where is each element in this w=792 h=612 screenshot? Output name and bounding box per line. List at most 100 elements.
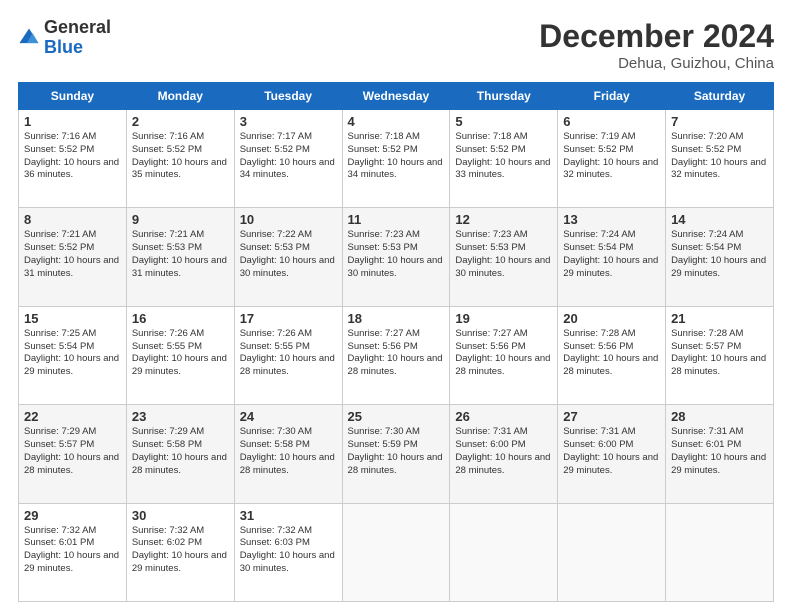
main-title: December 2024: [539, 18, 774, 55]
day-info: Sunrise: 7:22 AMSunset: 5:53 PMDaylight:…: [240, 229, 335, 278]
calendar-week-5: 29 Sunrise: 7:32 AMSunset: 6:01 PMDayligh…: [19, 503, 774, 601]
col-wednesday: Wednesday: [342, 83, 450, 110]
table-row: 26Sunrise: 7:31 AMSunset: 6:00 PMDayligh…: [450, 405, 558, 503]
day-number: 8: [24, 212, 121, 227]
table-row: 7Sunrise: 7:20 AMSunset: 5:52 PMDaylight…: [666, 110, 774, 208]
table-row: 2 Sunrise: 7:16 AMSunset: 5:52 PMDaylight…: [126, 110, 234, 208]
day-info: Sunrise: 7:23 AMSunset: 5:53 PMDaylight:…: [348, 229, 443, 278]
title-section: December 2024 Dehua, Guizhou, China: [539, 18, 774, 72]
col-monday: Monday: [126, 83, 234, 110]
table-row: 9 Sunrise: 7:21 AMSunset: 5:53 PMDaylight…: [126, 208, 234, 306]
day-number: 27: [563, 409, 660, 424]
logo: General Blue: [18, 18, 111, 58]
col-sunday: Sunday: [19, 83, 127, 110]
table-row: 29 Sunrise: 7:32 AMSunset: 6:01 PMDayligh…: [19, 503, 127, 601]
day-info: Sunrise: 7:29 AMSunset: 5:57 PMDaylight:…: [24, 426, 119, 475]
day-number: 11: [348, 212, 445, 227]
day-info: Sunrise: 7:18 AMSunset: 5:52 PMDaylight:…: [455, 131, 550, 180]
table-row: 3Sunrise: 7:17 AMSunset: 5:52 PMDaylight…: [234, 110, 342, 208]
col-thursday: Thursday: [450, 83, 558, 110]
day-number: 12: [455, 212, 552, 227]
day-number: 10: [240, 212, 337, 227]
table-row: [450, 503, 558, 601]
calendar-body: 1 Sunrise: 7:16 AMSunset: 5:52 PMDaylight…: [19, 110, 774, 602]
calendar-week-3: 15Sunrise: 7:25 AMSunset: 5:54 PMDayligh…: [19, 306, 774, 404]
day-info: Sunrise: 7:26 AMSunset: 5:55 PMDaylight:…: [240, 328, 335, 377]
day-number: 21: [671, 311, 768, 326]
table-row: 25Sunrise: 7:30 AMSunset: 5:59 PMDayligh…: [342, 405, 450, 503]
day-info: Sunrise: 7:29 AMSunset: 5:58 PMDaylight:…: [132, 426, 227, 475]
table-row: [342, 503, 450, 601]
day-info: Sunrise: 7:30 AMSunset: 5:58 PMDaylight:…: [240, 426, 335, 475]
day-number: 31: [240, 508, 337, 523]
page: General Blue December 2024 Dehua, Guizho…: [0, 0, 792, 612]
day-info: Sunrise: 7:31 AMSunset: 6:01 PMDaylight:…: [671, 426, 766, 475]
day-info: Sunrise: 7:27 AMSunset: 5:56 PMDaylight:…: [348, 328, 443, 377]
day-number: 3: [240, 114, 337, 129]
day-number: 28: [671, 409, 768, 424]
day-info: Sunrise: 7:20 AMSunset: 5:52 PMDaylight:…: [671, 131, 766, 180]
day-info: Sunrise: 7:31 AMSunset: 6:00 PMDaylight:…: [563, 426, 658, 475]
col-friday: Friday: [558, 83, 666, 110]
table-row: 20 Sunrise: 7:28 AMSunset: 5:56 PMDayligh…: [558, 306, 666, 404]
day-number: 9: [132, 212, 229, 227]
logo-text: General Blue: [44, 18, 111, 58]
day-info: Sunrise: 7:26 AMSunset: 5:55 PMDaylight:…: [132, 328, 227, 377]
day-info: Sunrise: 7:32 AMSunset: 6:03 PMDaylight:…: [240, 525, 335, 574]
day-number: 25: [348, 409, 445, 424]
day-number: 24: [240, 409, 337, 424]
day-number: 19: [455, 311, 552, 326]
table-row: 31 Sunrise: 7:32 AMSunset: 6:03 PMDayligh…: [234, 503, 342, 601]
day-info: Sunrise: 7:32 AMSunset: 6:02 PMDaylight:…: [132, 525, 227, 574]
day-number: 5: [455, 114, 552, 129]
table-row: 24 Sunrise: 7:30 AMSunset: 5:58 PMDayligh…: [234, 405, 342, 503]
day-number: 17: [240, 311, 337, 326]
table-row: [558, 503, 666, 601]
table-row: 21 Sunrise: 7:28 AMSunset: 5:57 PMDayligh…: [666, 306, 774, 404]
logo-general-text: General: [44, 18, 111, 38]
table-row: 15Sunrise: 7:25 AMSunset: 5:54 PMDayligh…: [19, 306, 127, 404]
table-row: 1 Sunrise: 7:16 AMSunset: 5:52 PMDaylight…: [19, 110, 127, 208]
day-info: Sunrise: 7:21 AMSunset: 5:52 PMDaylight:…: [24, 229, 119, 278]
header: General Blue December 2024 Dehua, Guizho…: [18, 18, 774, 72]
day-info: Sunrise: 7:31 AMSunset: 6:00 PMDaylight:…: [455, 426, 550, 475]
day-info: Sunrise: 7:16 AMSunset: 5:52 PMDaylight:…: [132, 131, 227, 180]
table-row: 27 Sunrise: 7:31 AMSunset: 6:00 PMDayligh…: [558, 405, 666, 503]
table-row: 11 Sunrise: 7:23 AMSunset: 5:53 PMDayligh…: [342, 208, 450, 306]
table-row: 8 Sunrise: 7:21 AMSunset: 5:52 PMDaylight…: [19, 208, 127, 306]
header-row: Sunday Monday Tuesday Wednesday Thursday…: [19, 83, 774, 110]
day-info: Sunrise: 7:16 AMSunset: 5:52 PMDaylight:…: [24, 131, 119, 180]
calendar-week-4: 22Sunrise: 7:29 AMSunset: 5:57 PMDayligh…: [19, 405, 774, 503]
day-number: 29: [24, 508, 121, 523]
day-info: Sunrise: 7:23 AMSunset: 5:53 PMDaylight:…: [455, 229, 550, 278]
day-number: 20: [563, 311, 660, 326]
day-info: Sunrise: 7:24 AMSunset: 5:54 PMDaylight:…: [671, 229, 766, 278]
table-row: 23Sunrise: 7:29 AMSunset: 5:58 PMDayligh…: [126, 405, 234, 503]
col-saturday: Saturday: [666, 83, 774, 110]
day-number: 15: [24, 311, 121, 326]
calendar-week-2: 8 Sunrise: 7:21 AMSunset: 5:52 PMDaylight…: [19, 208, 774, 306]
table-row: 12 Sunrise: 7:23 AMSunset: 5:53 PMDayligh…: [450, 208, 558, 306]
day-number: 16: [132, 311, 229, 326]
table-row: 28 Sunrise: 7:31 AMSunset: 6:01 PMDayligh…: [666, 405, 774, 503]
table-row: 18Sunrise: 7:27 AMSunset: 5:56 PMDayligh…: [342, 306, 450, 404]
day-number: 6: [563, 114, 660, 129]
day-info: Sunrise: 7:21 AMSunset: 5:53 PMDaylight:…: [132, 229, 227, 278]
day-info: Sunrise: 7:28 AMSunset: 5:57 PMDaylight:…: [671, 328, 766, 377]
day-number: 2: [132, 114, 229, 129]
day-number: 13: [563, 212, 660, 227]
day-info: Sunrise: 7:32 AMSunset: 6:01 PMDaylight:…: [24, 525, 119, 574]
table-row: 13Sunrise: 7:24 AMSunset: 5:54 PMDayligh…: [558, 208, 666, 306]
table-row: 19Sunrise: 7:27 AMSunset: 5:56 PMDayligh…: [450, 306, 558, 404]
day-info: Sunrise: 7:18 AMSunset: 5:52 PMDaylight:…: [348, 131, 443, 180]
table-row: 17 Sunrise: 7:26 AMSunset: 5:55 PMDayligh…: [234, 306, 342, 404]
day-number: 30: [132, 508, 229, 523]
day-number: 14: [671, 212, 768, 227]
day-info: Sunrise: 7:28 AMSunset: 5:56 PMDaylight:…: [563, 328, 658, 377]
table-row: 6Sunrise: 7:19 AMSunset: 5:52 PMDaylight…: [558, 110, 666, 208]
day-number: 1: [24, 114, 121, 129]
logo-blue-text: Blue: [44, 38, 111, 58]
col-tuesday: Tuesday: [234, 83, 342, 110]
table-row: 14 Sunrise: 7:24 AMSunset: 5:54 PMDayligh…: [666, 208, 774, 306]
table-row: 10 Sunrise: 7:22 AMSunset: 5:53 PMDayligh…: [234, 208, 342, 306]
